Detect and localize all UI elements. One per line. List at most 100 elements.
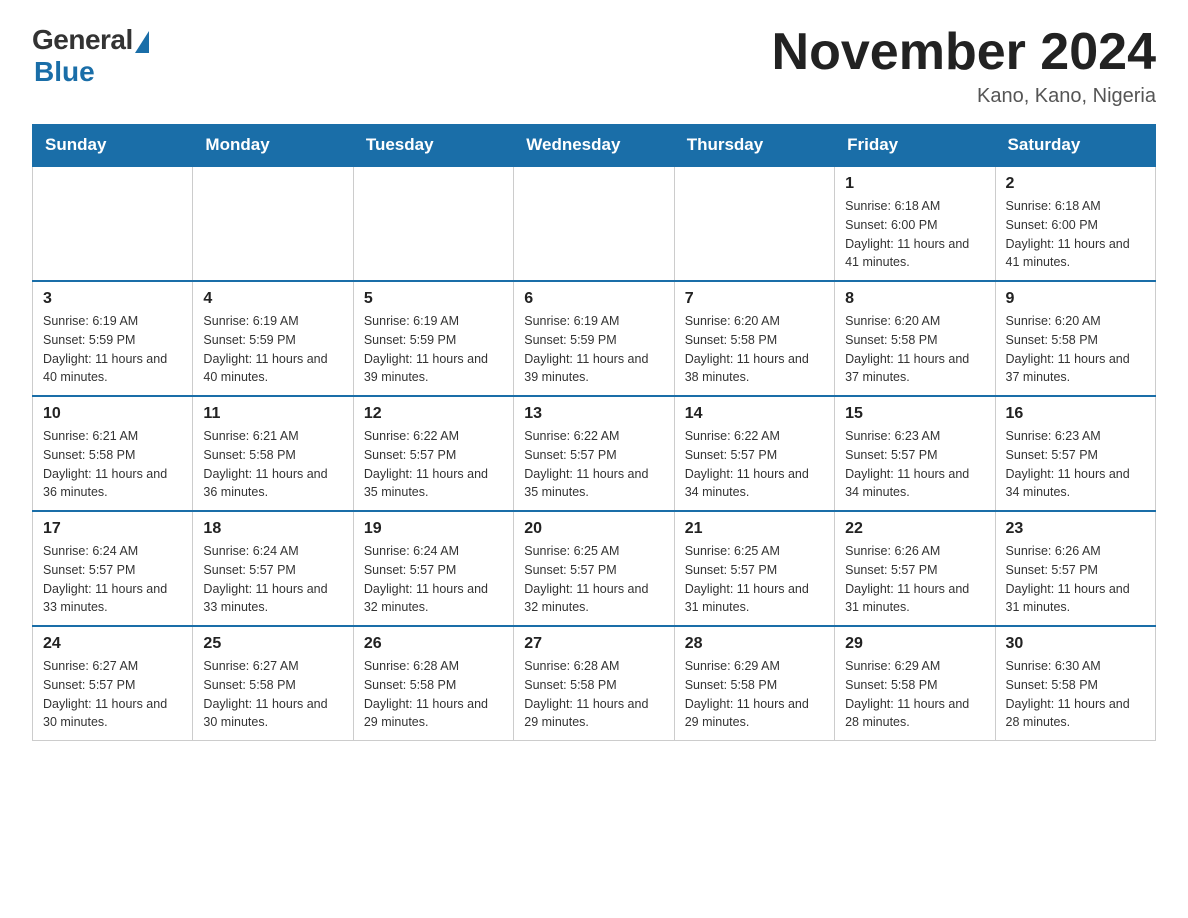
calendar-week-row: 10 Sunrise: 6:21 AM Sunset: 5:58 PM Dayli… [33,396,1156,511]
day-info: Sunrise: 6:25 AM Sunset: 5:57 PM Dayligh… [524,542,663,617]
calendar-cell: 21Sunrise: 6:25 AM Sunset: 5:57 PM Dayli… [674,511,834,626]
day-of-week-header: Saturday [995,125,1155,167]
calendar-cell: 8 Sunrise: 6:20 AM Sunset: 5:58 PM Daylig… [835,281,995,396]
day-number: 25 [203,635,342,653]
day-of-week-header: Monday [193,125,353,167]
day-info: Sunrise: 6:19 AM Sunset: 5:59 PM Dayligh… [203,312,342,387]
calendar-week-row: 3 Sunrise: 6:19 AM Sunset: 5:59 PM Daylig… [33,281,1156,396]
logo: General Blue [32,24,149,88]
day-info: Sunrise: 6:18 AM Sunset: 6:00 PM Dayligh… [845,197,984,272]
day-number: 1 [845,175,984,193]
calendar-cell: 29 Sunrise: 6:29 AM Sunset: 5:58 PM Dayli… [835,626,995,741]
calendar-cell: 24 Sunrise: 6:27 AM Sunset: 5:57 PM Dayli… [33,626,193,741]
day-info: Sunrise: 6:20 AM Sunset: 5:58 PM Dayligh… [1006,312,1145,387]
calendar-cell [33,166,193,281]
day-of-week-header: Tuesday [353,125,513,167]
day-info: Sunrise: 6:30 AM Sunset: 5:58 PM Dayligh… [1006,657,1145,732]
month-title: November 2024 [772,24,1156,81]
calendar-cell: 18 Sunrise: 6:24 AM Sunset: 5:57 PM Dayli… [193,511,353,626]
day-info: Sunrise: 6:19 AM Sunset: 5:59 PM Dayligh… [524,312,663,387]
calendar-cell: 28 Sunrise: 6:29 AM Sunset: 5:58 PM Dayli… [674,626,834,741]
calendar-cell [514,166,674,281]
day-number: 7 [685,290,824,308]
day-number: 12 [364,405,503,423]
calendar-cell: 14 Sunrise: 6:22 AM Sunset: 5:57 PM Dayli… [674,396,834,511]
calendar-cell: 20Sunrise: 6:25 AM Sunset: 5:57 PM Dayli… [514,511,674,626]
day-info: Sunrise: 6:29 AM Sunset: 5:58 PM Dayligh… [685,657,824,732]
day-info: Sunrise: 6:26 AM Sunset: 5:57 PM Dayligh… [1006,542,1145,617]
calendar-cell: 11 Sunrise: 6:21 AM Sunset: 5:58 PM Dayli… [193,396,353,511]
calendar-cell: 2 Sunrise: 6:18 AM Sunset: 6:00 PM Daylig… [995,166,1155,281]
title-area: November 2024 Kano, Kano, Nigeria [772,24,1156,108]
day-info: Sunrise: 6:18 AM Sunset: 6:00 PM Dayligh… [1006,197,1145,272]
calendar-week-row: 24 Sunrise: 6:27 AM Sunset: 5:57 PM Dayli… [33,626,1156,741]
calendar-cell: 25 Sunrise: 6:27 AM Sunset: 5:58 PM Dayli… [193,626,353,741]
calendar-week-row: 17 Sunrise: 6:24 AM Sunset: 5:57 PM Dayli… [33,511,1156,626]
calendar-cell: 22Sunrise: 6:26 AM Sunset: 5:57 PM Dayli… [835,511,995,626]
day-number: 28 [685,635,824,653]
day-info: Sunrise: 6:22 AM Sunset: 5:57 PM Dayligh… [685,427,824,502]
location: Kano, Kano, Nigeria [772,85,1156,108]
calendar-cell: 9Sunrise: 6:20 AM Sunset: 5:58 PM Daylig… [995,281,1155,396]
day-of-week-header: Thursday [674,125,834,167]
day-number: 3 [43,290,182,308]
day-info: Sunrise: 6:24 AM Sunset: 5:57 PM Dayligh… [43,542,182,617]
day-number: 2 [1006,175,1145,193]
day-number: 17 [43,520,182,538]
calendar-cell: 19Sunrise: 6:24 AM Sunset: 5:57 PM Dayli… [353,511,513,626]
day-number: 19 [364,520,503,538]
day-info: Sunrise: 6:20 AM Sunset: 5:58 PM Dayligh… [685,312,824,387]
day-info: Sunrise: 6:27 AM Sunset: 5:57 PM Dayligh… [43,657,182,732]
day-info: Sunrise: 6:20 AM Sunset: 5:58 PM Dayligh… [845,312,984,387]
calendar-cell: 13Sunrise: 6:22 AM Sunset: 5:57 PM Dayli… [514,396,674,511]
day-number: 14 [685,405,824,423]
day-number: 27 [524,635,663,653]
day-number: 8 [845,290,984,308]
calendar-cell: 1 Sunrise: 6:18 AM Sunset: 6:00 PM Daylig… [835,166,995,281]
calendar-cell [193,166,353,281]
day-number: 5 [364,290,503,308]
day-info: Sunrise: 6:26 AM Sunset: 5:57 PM Dayligh… [845,542,984,617]
day-of-week-header: Sunday [33,125,193,167]
calendar-cell: 10 Sunrise: 6:21 AM Sunset: 5:58 PM Dayli… [33,396,193,511]
day-info: Sunrise: 6:24 AM Sunset: 5:57 PM Dayligh… [203,542,342,617]
day-number: 26 [364,635,503,653]
day-number: 16 [1006,405,1145,423]
day-number: 18 [203,520,342,538]
calendar-week-row: 1 Sunrise: 6:18 AM Sunset: 6:00 PM Daylig… [33,166,1156,281]
day-info: Sunrise: 6:27 AM Sunset: 5:58 PM Dayligh… [203,657,342,732]
day-info: Sunrise: 6:23 AM Sunset: 5:57 PM Dayligh… [845,427,984,502]
day-number: 21 [685,520,824,538]
day-number: 23 [1006,520,1145,538]
calendar-cell: 5Sunrise: 6:19 AM Sunset: 5:59 PM Daylig… [353,281,513,396]
calendar-cell: 26 Sunrise: 6:28 AM Sunset: 5:58 PM Dayli… [353,626,513,741]
day-info: Sunrise: 6:28 AM Sunset: 5:58 PM Dayligh… [364,657,503,732]
logo-blue-text: Blue [34,56,95,88]
day-number: 13 [524,405,663,423]
day-info: Sunrise: 6:23 AM Sunset: 5:57 PM Dayligh… [1006,427,1145,502]
calendar-cell: 16 Sunrise: 6:23 AM Sunset: 5:57 PM Dayli… [995,396,1155,511]
day-number: 24 [43,635,182,653]
calendar-cell: 12 Sunrise: 6:22 AM Sunset: 5:57 PM Dayli… [353,396,513,511]
calendar-cell: 17 Sunrise: 6:24 AM Sunset: 5:57 PM Dayli… [33,511,193,626]
day-number: 29 [845,635,984,653]
logo-triangle-icon [135,31,149,53]
day-number: 4 [203,290,342,308]
day-info: Sunrise: 6:29 AM Sunset: 5:58 PM Dayligh… [845,657,984,732]
day-info: Sunrise: 6:22 AM Sunset: 5:57 PM Dayligh… [364,427,503,502]
day-number: 15 [845,405,984,423]
day-info: Sunrise: 6:21 AM Sunset: 5:58 PM Dayligh… [43,427,182,502]
calendar-cell: 30Sunrise: 6:30 AM Sunset: 5:58 PM Dayli… [995,626,1155,741]
calendar-cell: 23 Sunrise: 6:26 AM Sunset: 5:57 PM Dayli… [995,511,1155,626]
page-header: General Blue November 2024 Kano, Kano, N… [32,24,1156,108]
day-info: Sunrise: 6:21 AM Sunset: 5:58 PM Dayligh… [203,427,342,502]
calendar-cell: 6Sunrise: 6:19 AM Sunset: 5:59 PM Daylig… [514,281,674,396]
day-number: 10 [43,405,182,423]
calendar-cell: 4 Sunrise: 6:19 AM Sunset: 5:59 PM Daylig… [193,281,353,396]
day-number: 11 [203,405,342,423]
calendar-cell: 3Sunrise: 6:19 AM Sunset: 5:59 PM Daylig… [33,281,193,396]
day-info: Sunrise: 6:28 AM Sunset: 5:58 PM Dayligh… [524,657,663,732]
calendar-cell [674,166,834,281]
calendar-cell [353,166,513,281]
logo-general-text: General [32,24,133,56]
